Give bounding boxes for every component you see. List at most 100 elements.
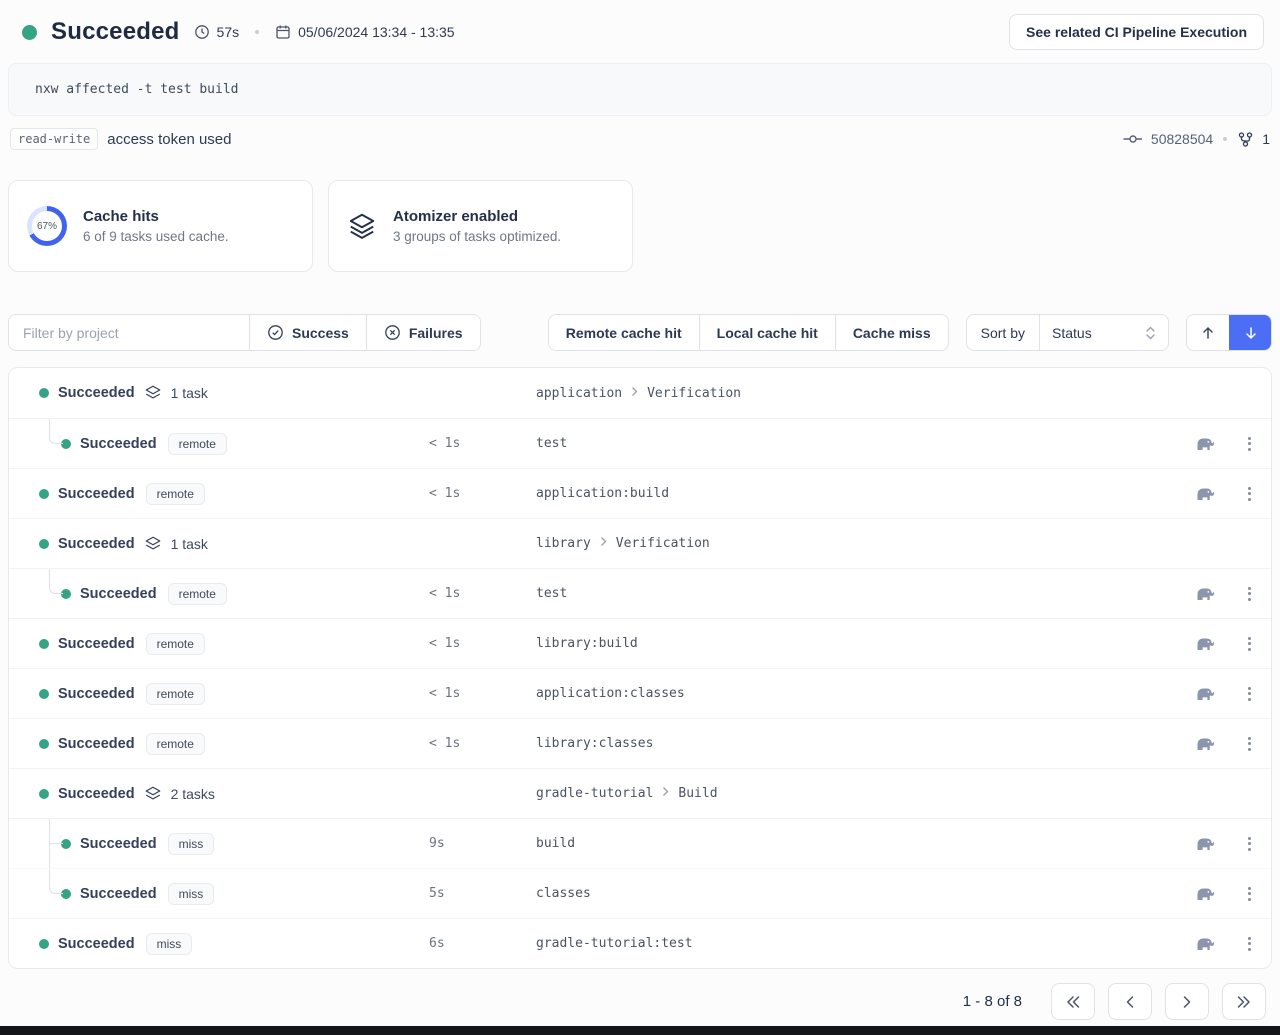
next-page-button[interactable] — [1165, 983, 1209, 1020]
group-project: application — [536, 386, 622, 401]
task-name: library:classes — [536, 736, 653, 751]
kebab-menu-icon[interactable] — [1244, 583, 1255, 605]
double-chevron-right-icon — [1236, 995, 1252, 1009]
double-chevron-left-icon — [1065, 995, 1081, 1009]
group-project: library — [536, 536, 591, 551]
filter-by-project-input[interactable] — [9, 315, 249, 350]
task-row[interactable]: Succeeded miss 6s gradle-tutorial:test — [9, 918, 1271, 968]
task-row[interactable]: Succeeded miss 9s build — [9, 818, 1271, 868]
kebab-menu-icon[interactable] — [1244, 633, 1255, 655]
cache-status-badge: miss — [168, 833, 215, 855]
sort-control: Sort by Status — [966, 314, 1169, 351]
task-name: application:build — [536, 486, 669, 501]
status-dot — [39, 539, 49, 549]
task-group-row[interactable]: Succeeded 1 task application Verificatio… — [9, 368, 1271, 418]
gradle-elephant-icon[interactable] — [1195, 587, 1215, 601]
status-dot — [39, 939, 49, 949]
cache-status-badge: remote — [146, 683, 205, 705]
gradle-elephant-icon[interactable] — [1195, 487, 1215, 501]
kebab-menu-icon[interactable] — [1244, 883, 1255, 905]
task-duration: < 1s — [429, 586, 536, 601]
task-row[interactable]: Succeeded remote < 1s test — [9, 568, 1271, 618]
task-duration: 5s — [429, 886, 536, 901]
sort-ascending-button[interactable] — [1187, 315, 1229, 350]
task-row[interactable]: Succeeded remote < 1s library:build — [9, 618, 1271, 668]
failures-filter-label: Failures — [409, 325, 463, 341]
task-duration: < 1s — [429, 486, 536, 501]
select-chevrons-icon — [1145, 325, 1156, 341]
success-filter-button[interactable]: Success — [249, 315, 366, 350]
kebab-menu-icon[interactable] — [1244, 483, 1255, 505]
access-token-scope-badge: read-write — [10, 128, 98, 150]
task-name: gradle-tutorial:test — [536, 936, 693, 951]
chevron-right-icon — [630, 386, 639, 401]
status-dot — [39, 689, 49, 699]
kebab-menu-icon[interactable] — [1244, 433, 1255, 455]
layers-icon — [144, 785, 162, 803]
page-summary: 1 - 8 of 8 — [963, 993, 1022, 1010]
row-status-label: Succeeded — [58, 486, 135, 502]
task-name: test — [536, 436, 567, 451]
sort-descending-button[interactable] — [1229, 315, 1271, 350]
group-project: gradle-tutorial — [536, 786, 653, 801]
cache-hits-card[interactable]: 67% Cache hits 6 of 9 tasks used cache. — [8, 180, 313, 272]
task-count-label: 1 task — [171, 385, 208, 401]
local-cache-hit-button[interactable]: Local cache hit — [699, 315, 835, 350]
kebab-menu-icon[interactable] — [1244, 733, 1255, 755]
cache-status-badge: remote — [146, 733, 205, 755]
row-status-label: Succeeded — [58, 536, 135, 552]
remote-cache-hit-button[interactable]: Remote cache hit — [549, 315, 699, 350]
run-header: Succeeded 57s 05/06/2024 13:34 - 13:35 S… — [0, 0, 1280, 50]
sort-status-select[interactable]: Status — [1040, 315, 1168, 350]
gradle-elephant-icon[interactable] — [1195, 737, 1215, 751]
layers-icon — [144, 535, 162, 553]
row-status-label: Succeeded — [58, 686, 135, 702]
project-filter-group: Success Failures — [8, 314, 481, 351]
branch-icon — [1237, 131, 1254, 148]
gradle-elephant-icon[interactable] — [1195, 437, 1215, 451]
success-filter-label: Success — [292, 325, 349, 341]
screen-bottom-bar — [0, 1026, 1280, 1035]
task-name: build — [536, 836, 575, 851]
row-status-label: Succeeded — [80, 586, 157, 602]
run-duration-label: 57s — [217, 24, 240, 40]
run-date-label: 05/06/2024 13:34 - 13:35 — [298, 24, 454, 40]
task-row[interactable]: Succeeded remote < 1s test — [9, 418, 1271, 468]
gradle-elephant-icon[interactable] — [1195, 887, 1215, 901]
task-row[interactable]: Succeeded miss 5s classes — [9, 868, 1271, 918]
group-phase: Verification — [647, 386, 741, 401]
x-circle-icon — [384, 324, 401, 341]
gradle-elephant-icon[interactable] — [1195, 687, 1215, 701]
kebab-menu-icon[interactable] — [1244, 933, 1255, 955]
gradle-elephant-icon[interactable] — [1195, 637, 1215, 651]
row-status-label: Succeeded — [58, 636, 135, 652]
first-page-button[interactable] — [1051, 983, 1095, 1020]
calendar-icon — [275, 24, 291, 40]
kebab-menu-icon[interactable] — [1244, 683, 1255, 705]
last-page-button[interactable] — [1222, 983, 1266, 1020]
row-status-label: Succeeded — [58, 385, 135, 401]
cache-miss-button[interactable]: Cache miss — [835, 315, 948, 350]
tree-connector — [49, 869, 63, 894]
commit-id[interactable]: 50828504 — [1151, 131, 1213, 147]
run-status-dot — [22, 25, 37, 40]
task-count-label: 1 task — [171, 536, 208, 552]
atomizer-subtitle: 3 groups of tasks optimized. — [393, 229, 561, 244]
task-group-row[interactable]: Succeeded 1 task library Verification — [9, 518, 1271, 568]
cache-status-badge: miss — [146, 933, 193, 955]
task-row[interactable]: Succeeded remote < 1s application:build — [9, 468, 1271, 518]
failures-filter-button[interactable]: Failures — [366, 315, 480, 350]
task-row[interactable]: Succeeded remote < 1s library:classes — [9, 718, 1271, 768]
kebab-menu-icon[interactable] — [1244, 833, 1255, 855]
pagination: 1 - 8 of 8 — [0, 983, 1266, 1020]
separator-dot — [255, 30, 259, 34]
see-related-pipeline-button[interactable]: See related CI Pipeline Execution — [1009, 14, 1264, 50]
row-status-label: Succeeded — [80, 436, 157, 452]
atomizer-card[interactable]: Atomizer enabled 3 groups of tasks optim… — [328, 180, 633, 272]
task-group-row[interactable]: Succeeded 2 tasks gradle-tutorial Build — [9, 768, 1271, 818]
atomizer-title: Atomizer enabled — [393, 208, 561, 225]
task-row[interactable]: Succeeded remote < 1s application:classe… — [9, 668, 1271, 718]
gradle-elephant-icon[interactable] — [1195, 937, 1215, 951]
previous-page-button[interactable] — [1108, 983, 1152, 1020]
gradle-elephant-icon[interactable] — [1195, 837, 1215, 851]
